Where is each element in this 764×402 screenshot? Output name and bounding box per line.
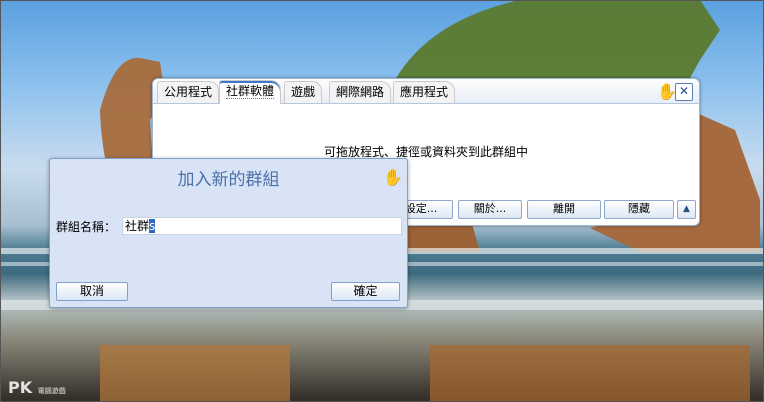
tab-social[interactable]: 社群軟體 (219, 80, 282, 104)
group-name-text: 社群 (125, 219, 150, 233)
about-button[interactable]: 關於... (458, 200, 522, 219)
group-name-input[interactable]: 社群s (122, 217, 402, 235)
group-name-selection: s (149, 219, 156, 233)
tab-internet[interactable]: 網際網路 (329, 81, 392, 103)
drag-hand-icon[interactable]: ✋ (657, 84, 677, 100)
tab-applications[interactable]: 應用程式 (393, 81, 456, 103)
group-name-label: 群組名稱： (56, 220, 117, 234)
tab-utilities[interactable]: 公用程式 (157, 81, 220, 103)
add-group-dialog: 加入新的群組 ✋ 群組名稱： 社群s 取消 確定 (49, 158, 408, 308)
drag-hand-icon[interactable]: ✋ (383, 168, 403, 187)
exit-button[interactable]: 離開 (527, 200, 601, 219)
dialog-title: 加入新的群組 (177, 170, 280, 190)
tab-social-label: 社群軟體 (226, 84, 275, 99)
hide-button[interactable]: 隱藏 (604, 200, 674, 219)
tab-bar: 公用程式 社群軟體 遊戲 網際網路 應用程式 ✋ ✕ (153, 79, 699, 104)
pk-logo-watermark: PK 電腦遊戲 (8, 378, 66, 397)
cancel-button[interactable]: 取消 (56, 282, 128, 301)
ok-button[interactable]: 確定 (331, 282, 400, 301)
close-button[interactable]: ✕ (675, 83, 693, 101)
collapse-up-button[interactable]: ▲ (677, 200, 696, 219)
tab-games[interactable]: 遊戲 (284, 81, 323, 103)
